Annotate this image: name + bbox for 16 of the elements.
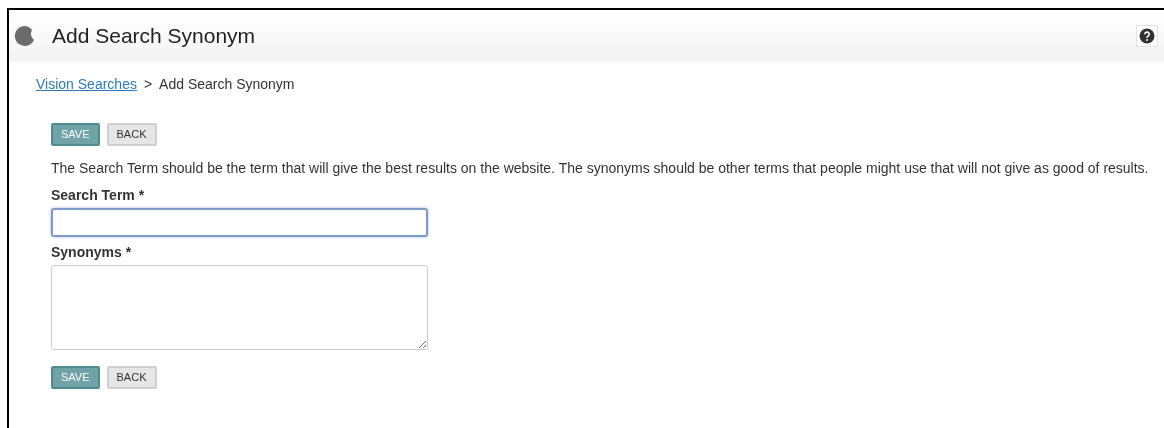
synonyms-field[interactable] (51, 265, 428, 350)
breadcrumb-separator: > (143, 75, 153, 94)
help-button[interactable] (1136, 25, 1158, 47)
breadcrumb-link[interactable]: Vision Searches (36, 74, 137, 95)
save-button[interactable]: SAVE (51, 123, 100, 146)
back-button[interactable]: BACK (106, 123, 157, 146)
back-button[interactable]: BACK (106, 366, 157, 389)
save-button[interactable]: SAVE (51, 366, 100, 389)
breadcrumb-current: Add Search Synonym (159, 75, 295, 94)
logo-icon (14, 25, 36, 47)
field-label: Search Term * (51, 186, 146, 204)
field-label: Synonyms * (51, 243, 133, 261)
description-text: The Search Term should be the term that will give the best results on the website. The synonyms should be other terms that people might use that will not give as good of results. (51, 159, 1150, 178)
page-title: Add Search Synonym (52, 23, 256, 50)
help-icon (1139, 28, 1155, 44)
search-term-field[interactable] (51, 208, 428, 237)
